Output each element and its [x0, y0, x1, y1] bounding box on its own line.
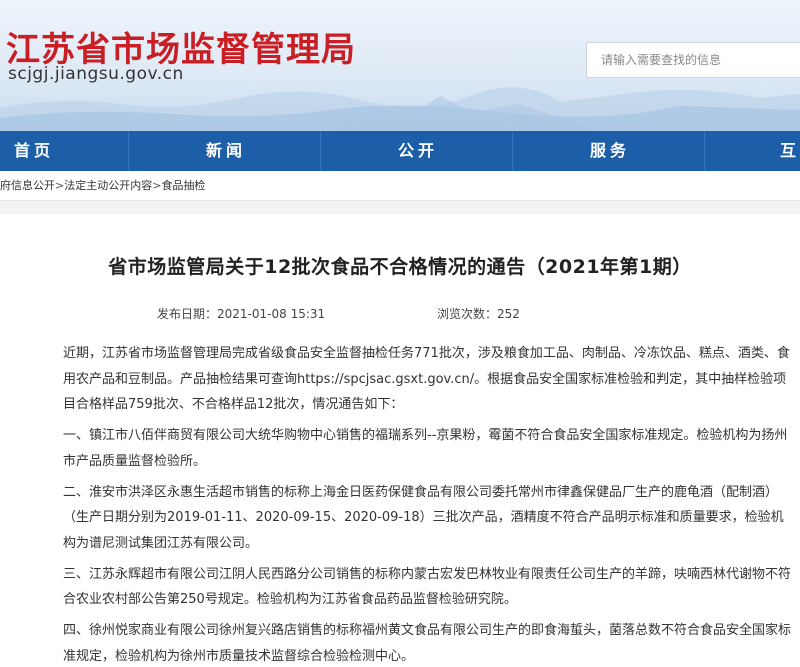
search-input[interactable]: 请输入需要查找的信息	[586, 42, 800, 78]
nav-item-interaction[interactable]: 互	[780, 131, 800, 171]
breadcrumb-item-statutory[interactable]: 法定主动公开内容	[64, 179, 152, 192]
view-count-label: 浏览次数：	[437, 307, 498, 321]
view-count-value: 252	[497, 307, 520, 321]
publish-date-label: 发布日期：	[157, 307, 218, 321]
nav-item-home[interactable]: 首页	[14, 131, 54, 171]
breadcrumb: 府信息公开>法定主动公开内容>食品抽检	[0, 171, 800, 201]
article-body: 近期，江苏省市场监督管理局完成省级食品安全监督抽检任务771批次，涉及粮食加工品…	[63, 341, 795, 667]
publish-date-value: 2021-01-08 15:31	[217, 307, 326, 321]
nav-item-service[interactable]: 服务	[590, 131, 630, 171]
nav-divider	[320, 131, 321, 171]
breadcrumb-separator: >	[55, 179, 65, 192]
article-panel: 省市场监管局关于12批次食品不合格情况的通告（2021年第1期） 发布日期：20…	[0, 214, 800, 667]
article-paragraph: 三、江苏永辉超市有限公司江阴人民西路分公司销售的标称内蒙古宏发巴林牧业有限责任公…	[63, 566, 792, 608]
nav-item-public[interactable]: 公开	[398, 131, 438, 171]
article-paragraph: 四、徐州悦家商业有限公司徐州复兴路店销售的标称福州黄文食品有限公司生产的即食海蜇…	[63, 623, 792, 664]
article-paragraph: 一、镇江市八佰伴商贸有限公司大统华购物中心销售的福瑞系列--京果粉，霉菌不符合食…	[63, 428, 788, 469]
breadcrumb-item-info-public[interactable]: 府信息公开	[0, 179, 55, 192]
nav-divider	[704, 131, 705, 171]
view-count: 浏览次数：252	[437, 305, 520, 322]
nav-item-news[interactable]: 新闻	[206, 131, 246, 171]
publish-date: 发布日期：2021-01-08 15:31	[157, 305, 325, 322]
breadcrumb-item-food-sampling[interactable]: 食品抽检	[161, 179, 205, 192]
main-nav: 首页 新闻 公开 服务 互	[0, 131, 800, 171]
nav-divider	[512, 131, 513, 171]
nav-divider	[128, 131, 129, 171]
site-header: 江苏省市场监督管理局 scjgj.jiangsu.gov.cn 请输入需要查找的…	[0, 0, 800, 131]
site-domain: scjgj.jiangsu.gov.cn	[8, 64, 184, 84]
article-title: 省市场监管局关于12批次食品不合格情况的通告（2021年第1期）	[108, 256, 692, 278]
article-paragraph: 近期，江苏省市场监督管理局完成省级食品安全监督抽检任务771批次，涉及粮食加工品…	[63, 346, 790, 413]
article-paragraph: 二、淮安市洪泽区永惠生活超市销售的标称上海金日医药保健食品有限公司委托常州市律鑫…	[63, 484, 784, 551]
